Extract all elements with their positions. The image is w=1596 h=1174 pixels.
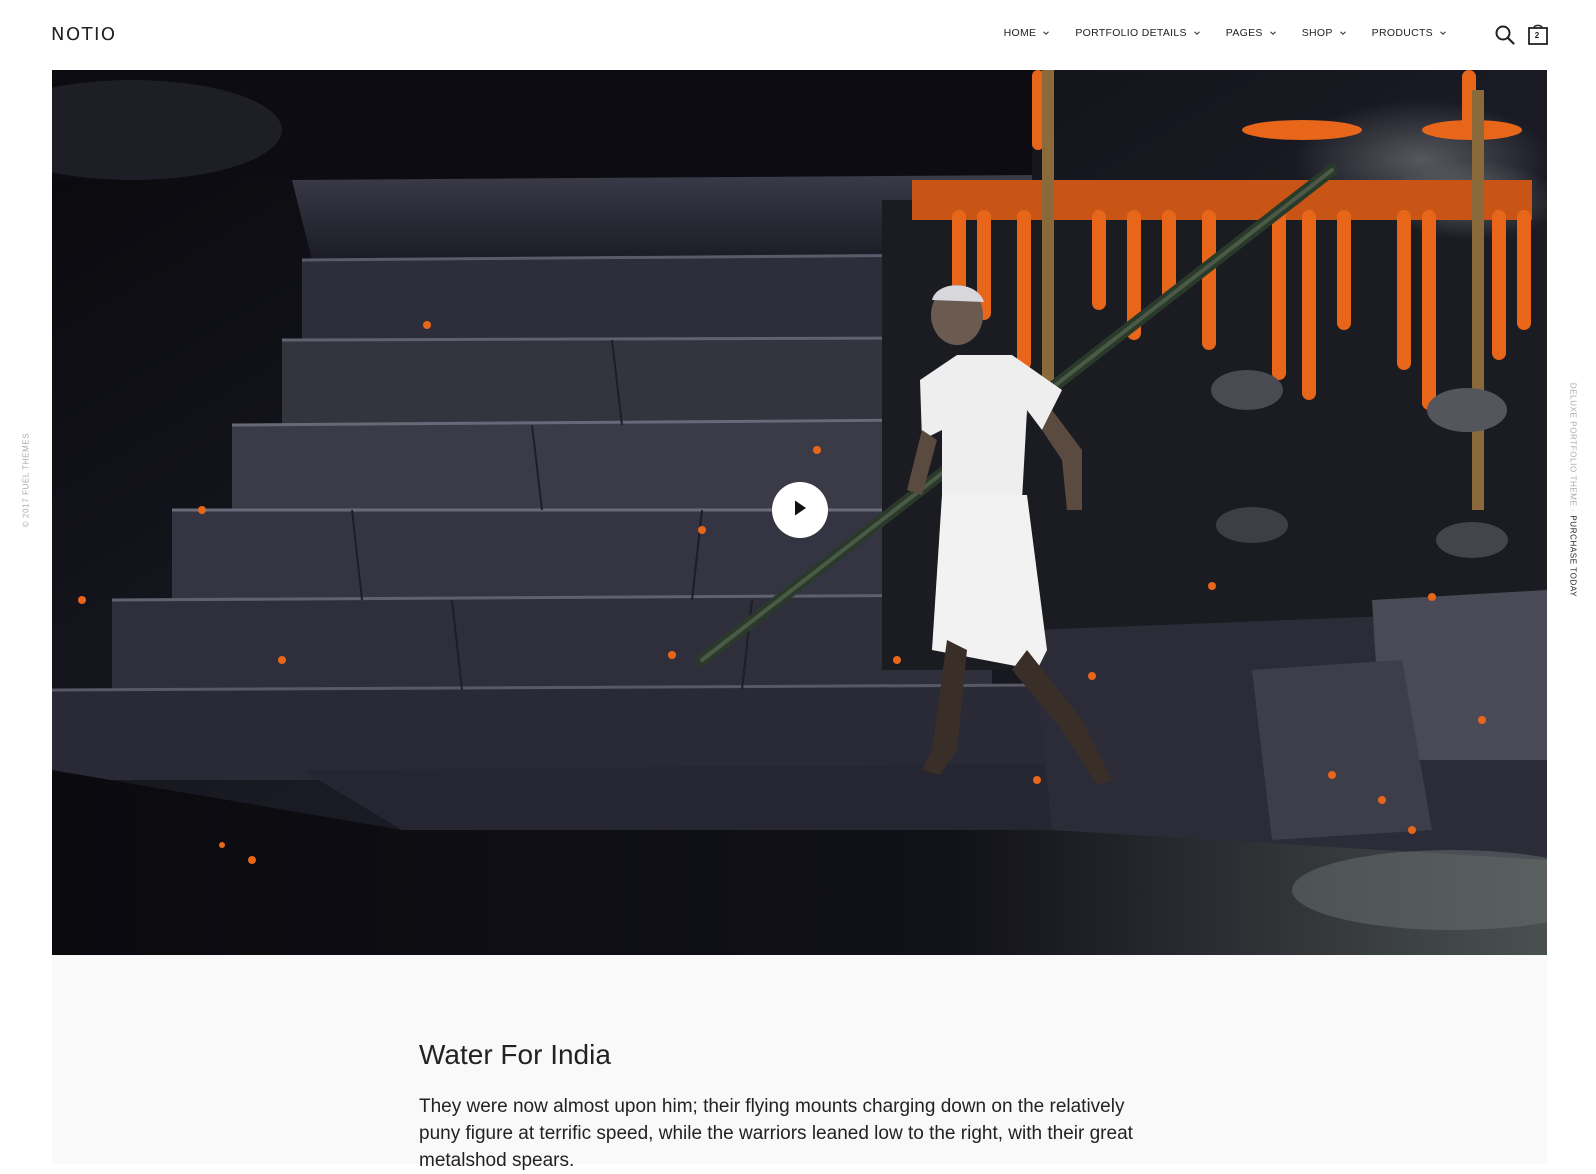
nav-item-label: HOME xyxy=(1003,27,1037,39)
copyright-text: © 2017 FUEL THEMES xyxy=(21,432,31,528)
site-header: NOTIO HOME PORTFOLIO DETAILS PAGES SHOP … xyxy=(0,0,1596,70)
nav-item-shop[interactable]: SHOP xyxy=(1302,27,1348,39)
chevron-down-icon xyxy=(1192,28,1202,38)
nav-item-pages[interactable]: PAGES xyxy=(1226,27,1278,39)
nav-item-label: PAGES xyxy=(1225,27,1263,39)
nav-item-label: PORTFOLIO DETAILS xyxy=(1075,27,1187,39)
copyright-vertical: © 2017 FUEL THEMES xyxy=(19,430,33,530)
chevron-down-icon xyxy=(1268,28,1278,38)
main-nav: HOME PORTFOLIO DETAILS PAGES SHOP PRODUC… xyxy=(980,27,1448,39)
cart-count-badge: 2 xyxy=(1534,31,1540,40)
promo-text: DELUXE PORTFOLIO THEME · xyxy=(1568,382,1578,516)
post-title: Water For India xyxy=(419,1039,611,1070)
promo-vertical: DELUXE PORTFOLIO THEME · PURCHASE TODAY xyxy=(1566,383,1580,597)
chevron-down-icon xyxy=(1338,28,1348,38)
play-button[interactable] xyxy=(772,482,828,538)
nav-item-label: PRODUCTS xyxy=(1371,27,1433,39)
nav-item-products[interactable]: PRODUCTS xyxy=(1372,27,1448,39)
purchase-link[interactable]: PURCHASE TODAY xyxy=(1569,515,1578,597)
promo-text-wrap: DELUXE PORTFOLIO THEME · PURCHASE TODAY xyxy=(1569,383,1578,597)
post-content: Water For India They were now almost upo… xyxy=(52,955,1547,1171)
site-logo[interactable]: NOTIO xyxy=(51,24,117,45)
search-icon[interactable] xyxy=(1494,24,1516,46)
chevron-down-icon xyxy=(1041,28,1051,38)
cart-icon[interactable]: 2 xyxy=(1527,22,1549,46)
nav-item-portfolio-details[interactable]: PORTFOLIO DETAILS xyxy=(1075,27,1201,39)
hero-video[interactable] xyxy=(52,70,1547,955)
post-body: They were now almost upon him; their fly… xyxy=(419,1096,1133,1171)
play-icon xyxy=(792,499,808,522)
nav-item-home[interactable]: HOME xyxy=(1004,27,1052,39)
chevron-down-icon xyxy=(1438,28,1448,38)
nav-item-label: SHOP xyxy=(1301,27,1333,39)
